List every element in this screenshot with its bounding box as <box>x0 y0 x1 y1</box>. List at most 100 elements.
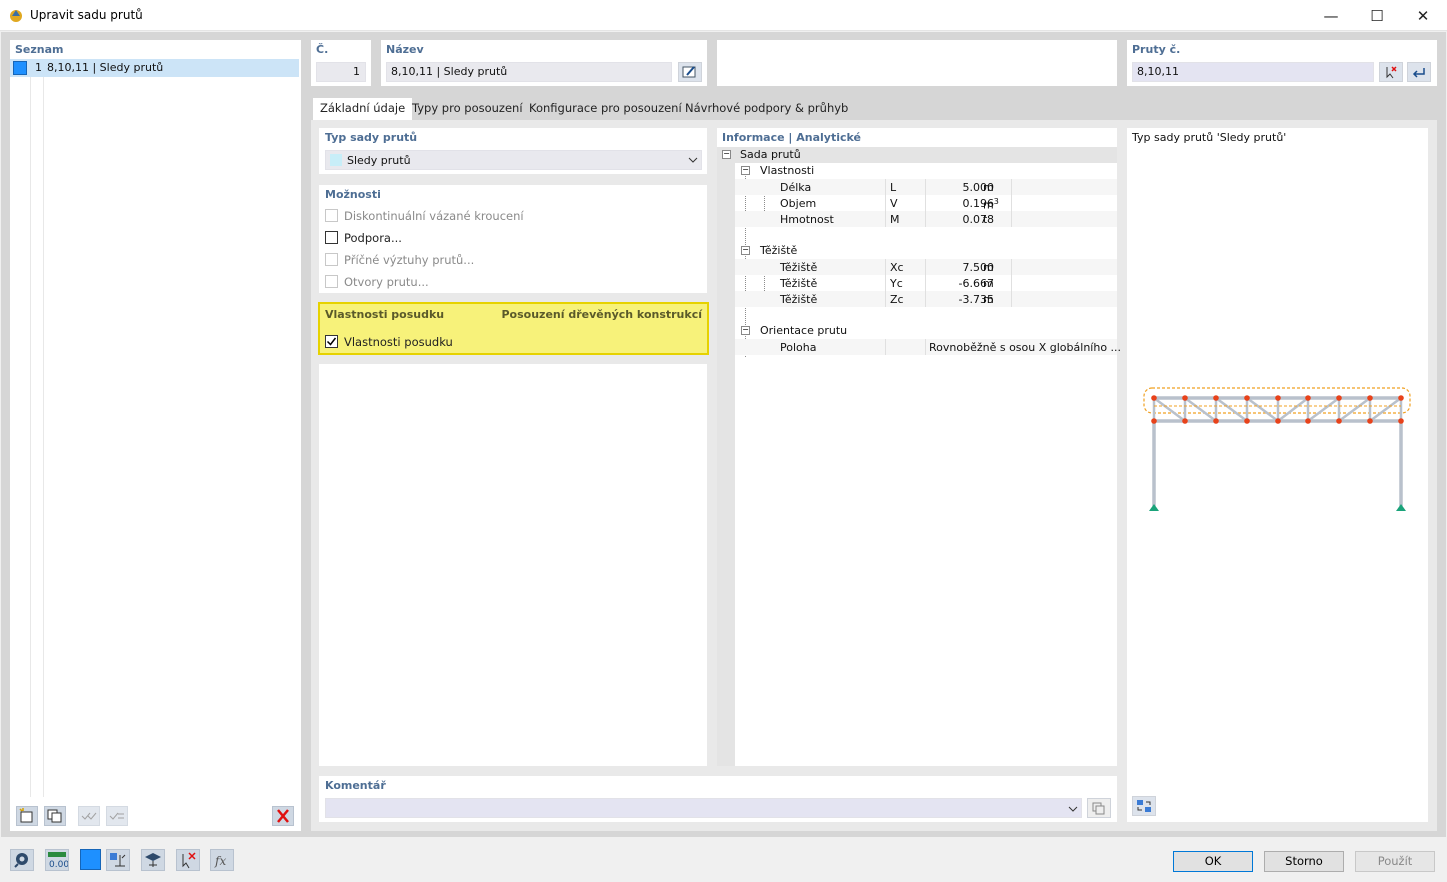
support-icon <box>1149 504 1406 511</box>
design-props-right-header: Posouzení dřevěných konstrukcí <box>501 308 703 321</box>
centroid-unit: m <box>983 261 994 274</box>
collapse-icon[interactable]: − <box>741 326 750 335</box>
uncheck-all-icon[interactable] <box>106 806 128 826</box>
collapse-icon[interactable]: − <box>741 166 750 175</box>
set-type-swatch <box>330 154 342 166</box>
maximize-icon: ☐ <box>1370 6 1384 25</box>
list-item[interactable]: 1 8,10,11 | Sledy prutů <box>10 59 299 77</box>
options-panel: Možnosti Diskontinuální vázané kroucení … <box>319 185 707 293</box>
tab-basic[interactable]: Základní údaje <box>313 98 413 120</box>
group-centroid: Těžiště <box>760 244 798 257</box>
stiffeners-checkbox[interactable] <box>325 253 338 266</box>
prop-label: Hmotnost <box>780 213 834 226</box>
prop-symbol: V <box>890 197 898 210</box>
group-properties: Vlastnosti <box>760 164 815 177</box>
search-tool-icon[interactable] <box>10 849 34 871</box>
members-label: Pruty č. <box>1132 43 1181 56</box>
collapse-icon[interactable]: − <box>722 150 731 159</box>
minimize-icon: — <box>1323 6 1339 25</box>
name-panel: Název 8,10,11 | Sledy prutů <box>381 40 707 86</box>
check-all-icon[interactable] <box>78 806 100 826</box>
minimize-button[interactable]: — <box>1308 0 1354 31</box>
decimal-places-icon[interactable]: 0.00 <box>45 849 69 871</box>
centroid-unit: m <box>983 277 994 290</box>
centroid-symbol: Yc <box>890 277 903 290</box>
design-props-checkbox[interactable] <box>325 335 338 348</box>
list-item-label: 8,10,11 | Sledy prutů <box>47 61 164 74</box>
preview-caption: Typ sady prutů 'Sledy prutů' <box>1132 131 1287 144</box>
view-model-icon[interactable] <box>106 849 130 871</box>
centroid-label: Těžiště <box>780 293 818 306</box>
checkmark-icon <box>326 337 337 346</box>
col-divider <box>1011 179 1012 227</box>
members-input[interactable]: 8,10,11 <box>1132 62 1374 82</box>
comment-input[interactable] <box>325 798 1082 818</box>
list-guide <box>43 77 44 797</box>
edit-icon <box>682 66 696 78</box>
apply-button[interactable]: Použít <box>1355 851 1435 872</box>
color-tool-icon[interactable] <box>80 849 101 870</box>
discontinuous-torsion-checkbox[interactable] <box>325 209 338 222</box>
delete-icon[interactable] <box>272 806 294 826</box>
color-swatch <box>13 61 27 75</box>
number-input[interactable]: 1 <box>316 62 366 82</box>
ok-button[interactable]: OK <box>1173 851 1253 872</box>
openings-checkbox[interactable] <box>325 275 338 288</box>
maximize-button[interactable]: ☐ <box>1354 0 1400 31</box>
new-item-icon[interactable] <box>16 806 38 826</box>
cancel-button[interactable]: Storno <box>1264 851 1344 872</box>
prop-symbol: M <box>890 213 900 226</box>
info-panel: Informace | Analytické − Sada prutů − Vl… <box>717 128 1121 766</box>
centroid-label: Těžiště <box>780 277 818 290</box>
info-header: Informace | Analytické <box>722 131 861 144</box>
window-title: Upravit sadu prutů <box>30 8 143 22</box>
number-panel: Č. 1 <box>311 40 371 86</box>
pick-members-button[interactable] <box>1379 62 1403 82</box>
tab-design-types[interactable]: Typy pro posouzení <box>405 98 530 120</box>
preview-panel: Typ sady prutů 'Sledy prutů' <box>1127 128 1428 822</box>
set-type-select[interactable]: Sledy prutů <box>325 150 702 170</box>
chevron-down-icon <box>1068 806 1078 812</box>
tree-gutter <box>717 163 735 766</box>
prop-value: 0.078 <box>962 213 995 226</box>
prop-label: Objem <box>780 197 817 210</box>
col-divider <box>925 259 926 307</box>
list-header: Seznam <box>15 43 64 56</box>
discontinuous-torsion-label: Diskontinuální vázané kroucení <box>344 209 524 223</box>
comment-panel: Komentář <box>319 776 1117 822</box>
col-divider <box>885 179 886 227</box>
comment-header: Komentář <box>325 779 386 792</box>
prop-unit: m <box>983 181 994 194</box>
display-settings-icon[interactable] <box>141 849 165 871</box>
col-divider <box>1011 259 1012 307</box>
prop-symbol: L <box>890 181 897 194</box>
preview-options-button[interactable] <box>1132 796 1156 816</box>
name-input[interactable]: 8,10,11 | Sledy prutů <box>386 62 672 82</box>
support-checkbox[interactable] <box>325 231 338 244</box>
comment-library-button[interactable] <box>1087 798 1111 818</box>
blank-panel <box>717 40 1117 86</box>
lower-empty-panel <box>319 364 707 766</box>
formula-icon[interactable]: fx <box>210 849 234 871</box>
name-label: Název <box>386 43 424 56</box>
tab-design-config[interactable]: Konfigurace pro posouzení <box>522 98 689 120</box>
design-props-panel: Vlastnosti posudku Posouzení dřevěných k… <box>318 302 709 355</box>
copy-item-icon[interactable] <box>44 806 66 826</box>
set-type-value: Sledy prutů <box>347 154 411 167</box>
undo-members-button[interactable] <box>1407 62 1431 82</box>
edit-name-button[interactable] <box>678 62 702 82</box>
pick-cursor-icon <box>1386 66 1397 79</box>
group-orientation: Orientace prutu <box>760 324 848 337</box>
swap-view-icon <box>1137 800 1151 812</box>
svg-text:fx: fx <box>214 854 226 868</box>
options-header: Možnosti <box>325 188 381 201</box>
select-remove-icon[interactable] <box>176 849 200 871</box>
centroid-symbol: Xc <box>890 261 904 274</box>
collapse-icon[interactable]: − <box>741 246 750 255</box>
col-divider <box>885 259 886 307</box>
prop-unit: t <box>983 213 988 226</box>
members-panel: Pruty č. 8,10,11 <box>1127 40 1437 86</box>
set-type-panel: Typ sady prutů Sledy prutů <box>319 128 707 174</box>
tab-supports-deflection[interactable]: Návrhové podpory & průhyb <box>678 98 855 120</box>
close-window-button[interactable]: ✕ <box>1400 0 1446 31</box>
